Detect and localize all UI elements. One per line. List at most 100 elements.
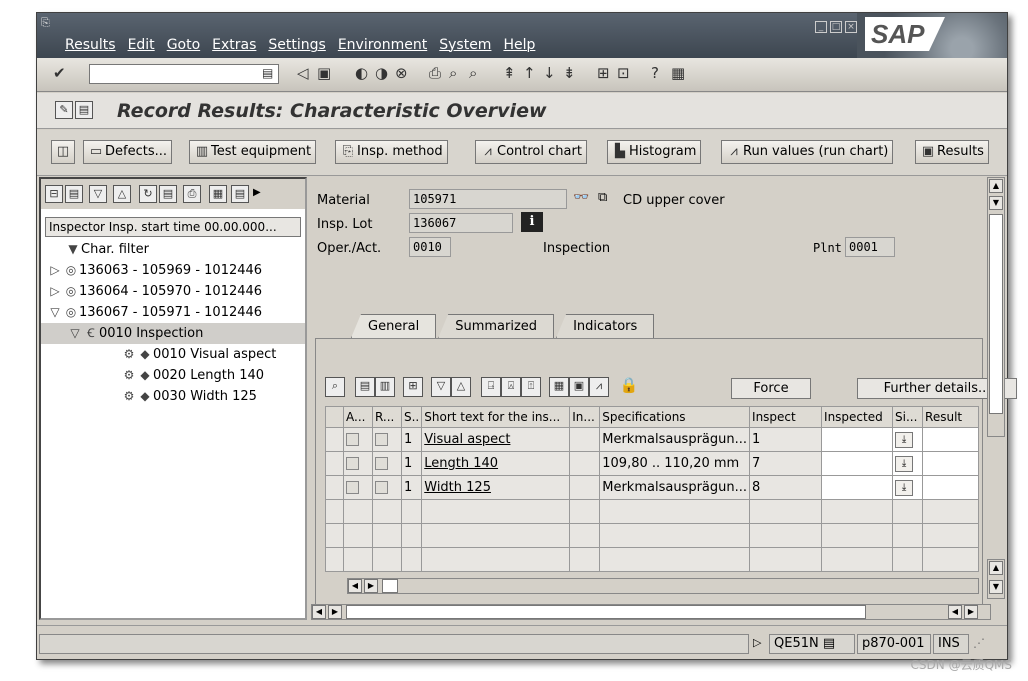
tree-item-lot-136063[interactable]: ▷ ◎ 136063 - 105969 - 1012446 <box>47 260 262 281</box>
menu-settings[interactable]: Settings <box>268 37 325 53</box>
glasses-icon[interactable]: 👓 <box>573 190 589 205</box>
tree-item-operation-0010[interactable]: ▽ Ꞓ 0010 Inspection <box>41 323 305 344</box>
short-text-link[interactable]: Width 125 <box>421 475 571 500</box>
scroll-right-icon[interactable]: ▶ <box>964 605 978 619</box>
sort-icon[interactable]: △ <box>451 377 471 397</box>
resize-grip-icon[interactable]: ⋰ <box>973 636 985 650</box>
single-results-icon[interactable]: ⤓ <box>895 480 914 496</box>
tree-column-header[interactable]: Inspector Insp. start time 00.00.000... <box>45 217 301 237</box>
tree-item-char-0030[interactable]: ⚙ ◆ 0030 Width 125 <box>121 386 257 407</box>
save-icon[interactable]: ▣ <box>317 64 331 82</box>
checkbox[interactable] <box>346 457 359 470</box>
scroll-thumb[interactable] <box>989 214 1003 414</box>
column-header[interactable]: Short text for the ins... <box>421 406 571 428</box>
maximize-icon[interactable]: □ <box>830 21 842 33</box>
chart-icon[interactable]: ⩘ <box>589 377 609 397</box>
info-icon[interactable]: i <box>521 212 543 232</box>
row-icon[interactable]: ⊞ <box>403 377 423 397</box>
last-page-icon[interactable]: ⇟ <box>563 64 576 82</box>
vertical-scrollbar[interactable]: ▲ ▼ <box>987 177 1005 437</box>
scroll-thumb[interactable] <box>346 605 866 619</box>
cell[interactable] <box>372 427 402 452</box>
select-all-icon[interactable]: ▤ <box>355 377 375 397</box>
system-menu-icon[interactable]: ⎘ <box>41 16 50 30</box>
close-icon[interactable]: × <box>845 21 857 33</box>
cell[interactable] <box>372 451 402 476</box>
print-icon[interactable]: ⎙ <box>183 185 201 203</box>
result-input[interactable] <box>922 475 980 500</box>
minimize-icon[interactable]: _ <box>815 21 827 33</box>
document-icon[interactable]: ▤ <box>231 185 249 203</box>
single-results-icon[interactable]: ⤓ <box>895 432 914 448</box>
menu-help[interactable]: Help <box>503 37 535 53</box>
filter-icon[interactable]: ▽ <box>89 185 107 203</box>
row-selector[interactable] <box>325 499 344 524</box>
row-selector[interactable] <box>325 523 344 548</box>
checkbox[interactable] <box>375 433 388 446</box>
column-header[interactable]: S.. <box>400 406 423 428</box>
command-history-icon[interactable]: ▤ <box>262 66 273 80</box>
material-field[interactable]: 105971 <box>409 189 567 209</box>
exit-icon[interactable]: ◑ <box>375 64 388 82</box>
lock-icon[interactable]: ⍓ <box>501 377 521 397</box>
scroll-down-icon[interactable]: ▼ <box>989 196 1003 210</box>
column-header[interactable]: Inspect <box>749 406 823 428</box>
tree-item-char-0010[interactable]: ⚙ ◆ 0010 Visual aspect <box>121 344 277 365</box>
back-icon[interactable]: ◐ <box>355 64 368 82</box>
deselect-all-icon[interactable]: ▥ <box>375 377 395 397</box>
short-text-link[interactable]: Length 140 <box>421 451 571 476</box>
row-selector[interactable] <box>325 427 344 452</box>
expand-all-icon[interactable]: ⊟ <box>45 185 63 203</box>
menu-goto[interactable]: Goto <box>167 37 200 53</box>
layout-icon[interactable]: ▦ <box>209 185 227 203</box>
menu-extras[interactable]: Extras <box>212 37 256 53</box>
short-text-link[interactable]: Visual aspect <box>421 427 571 452</box>
details-button[interactable]: ◫ <box>51 140 75 164</box>
tcode-icon[interactable]: ▤ <box>823 636 835 651</box>
menu-environment[interactable]: Environment <box>338 37 427 53</box>
sort-icon[interactable]: △ <box>113 185 131 203</box>
table-row[interactable]: 1 Width 125 Merkmalsausprägun... 8 ⤓ <box>325 475 980 500</box>
tab-indicators[interactable]: Indicators <box>556 314 655 338</box>
scroll-right-icon[interactable]: ▶ <box>328 605 342 619</box>
scroll-down-icon[interactable]: ▼ <box>989 580 1003 594</box>
checkbox[interactable] <box>346 433 359 446</box>
command-field[interactable] <box>89 64 279 84</box>
find-icon[interactable]: ⌕ <box>449 64 457 82</box>
horizontal-scrollbar[interactable]: ◀ ▶ ◀ ▶ <box>311 604 991 620</box>
results-button[interactable]: ▣ Results <box>915 140 989 164</box>
histogram-button[interactable]: ▙ Histogram <box>607 140 702 164</box>
scroll-thumb[interactable] <box>382 579 398 593</box>
tree-item-lot-136064[interactable]: ▷ ◎ 136064 - 105970 - 1012446 <box>47 281 262 302</box>
next-page-icon[interactable]: ↓ <box>543 64 556 82</box>
result-input[interactable] <box>922 427 980 452</box>
details-icon[interactable]: ⌕ <box>325 377 345 397</box>
tree-item-char-filter[interactable]: ▼ Char. filter <box>65 239 149 260</box>
cell[interactable] <box>372 475 402 500</box>
oper-act-field[interactable]: 0010 <box>409 237 451 257</box>
inspected-input[interactable] <box>821 451 894 476</box>
previous-page-icon[interactable]: ↑ <box>523 64 536 82</box>
first-page-icon[interactable]: ⇞ <box>503 64 516 82</box>
cell[interactable]: ⤓ <box>892 475 924 500</box>
test-equipment-button[interactable]: ▥ Test equipment <box>189 140 317 164</box>
unlock-icon[interactable]: ⍐ <box>521 377 541 397</box>
tab-general[interactable]: General <box>351 314 437 338</box>
row-selector[interactable] <box>325 547 344 572</box>
table-icon[interactable]: ▣ <box>569 377 589 397</box>
checkbox[interactable] <box>346 481 359 494</box>
scroll-left-icon[interactable]: ◀ <box>948 605 962 619</box>
scroll-up-icon[interactable]: ▲ <box>989 561 1003 575</box>
plant-field[interactable]: 0001 <box>845 237 895 257</box>
insp-method-button[interactable]: ⎘ Insp. method <box>335 140 448 164</box>
collapse-icon[interactable]: ▽ <box>47 302 63 323</box>
checkbox[interactable] <box>375 481 388 494</box>
scroll-left-icon[interactable]: ◀ <box>312 605 326 619</box>
more-icon[interactable]: ▶ <box>253 187 261 198</box>
inspected-input[interactable] <box>821 427 894 452</box>
enter-icon[interactable]: ✔ <box>53 64 66 82</box>
calculator-icon[interactable]: ▦ <box>549 377 569 397</box>
tree-item-char-0020[interactable]: ⚙ ◆ 0020 Length 140 <box>121 365 264 386</box>
scroll-left-icon[interactable]: ◀ <box>348 579 362 593</box>
filter-icon[interactable]: ▽ <box>431 377 451 397</box>
